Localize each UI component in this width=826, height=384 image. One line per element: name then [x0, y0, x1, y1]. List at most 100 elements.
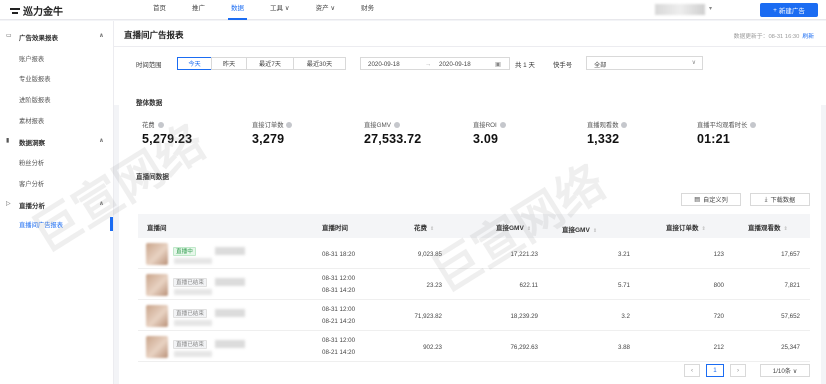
date-range-picker[interactable]: 2020-09-18 → 2020-09-18 ▣	[360, 57, 510, 70]
col-spend[interactable]: 花费 ⇕	[414, 222, 434, 232]
cell-orders: 800	[713, 282, 724, 289]
sidebar-group-label: 直播分析	[19, 203, 45, 210]
range-7days-button[interactable]: 最近7天	[246, 57, 294, 70]
sidebar-item-label: 客户分析	[19, 181, 45, 188]
help-icon[interactable]	[286, 122, 293, 128]
time-range-label: 时间范围	[136, 62, 162, 69]
account-select[interactable]: 全部 ∨	[586, 56, 703, 70]
sidebar-group-data-insight[interactable]: ▮ 数据洞察 ∧	[0, 134, 114, 148]
help-icon[interactable]	[157, 122, 164, 128]
nav-assets[interactable]: 资产 ∨	[303, 0, 349, 20]
metric-value: 01:21	[697, 132, 730, 146]
live-time-end: 08-21 14:20	[322, 318, 356, 325]
sidebar-item-fan-analysis[interactable]: 粉丝分析	[0, 155, 114, 169]
chevron-down-icon[interactable]: ▾	[709, 5, 712, 12]
help-icon[interactable]	[393, 122, 400, 128]
metric-orders: 直接订单数 3,279	[252, 120, 293, 146]
status-badge: 直播已结束	[173, 278, 207, 287]
table-row[interactable]: 直播已结束 08-31 12:00 08-21 14:20 71,923.82 …	[138, 301, 810, 331]
prev-page-button[interactable]: ‹	[684, 364, 700, 377]
sidebar-item-customer-analysis[interactable]: 客户分析	[0, 176, 114, 190]
col-label: 花费	[414, 225, 427, 232]
plus-icon: +	[773, 6, 777, 14]
date-count: 共 1 天	[515, 62, 535, 69]
app-logo[interactable]: 巡力金牛	[10, 3, 63, 18]
live-room-sub-blurred	[174, 320, 212, 326]
cell-views: 25,347	[781, 344, 800, 351]
monitor-icon: ▭	[6, 33, 12, 39]
help-icon[interactable]	[750, 122, 757, 128]
live-time-start: 08-31 12:00	[322, 275, 356, 282]
range-yesterday-button[interactable]: 昨天	[211, 57, 247, 70]
live-room-name-blurred	[215, 340, 245, 348]
sidebar-item-label: 直播间广告报表	[19, 222, 64, 229]
sidebar-item-label: 粉丝分析	[19, 160, 45, 167]
page-1-button[interactable]: 1	[706, 364, 724, 377]
help-icon[interactable]	[621, 122, 628, 128]
col-views[interactable]: 直播观看数 ⇕	[748, 222, 788, 232]
sidebar-item-live-room-report[interactable]: 直播间广告报表	[0, 217, 114, 231]
sidebar-item-account-report[interactable]: 账户报表	[0, 51, 114, 65]
cell-spend: 71,923.82	[414, 313, 442, 320]
live-room-sub-blurred	[174, 258, 212, 264]
columns-icon: ▤	[694, 196, 701, 203]
sidebar-item-label: 账户报表	[19, 56, 45, 63]
metric-value: 3.09	[473, 132, 499, 146]
col-live-time: 直播时间	[322, 225, 348, 232]
live-cover-thumbnail	[146, 274, 168, 296]
sort-icon: ⇕	[430, 226, 435, 232]
live-time-start: 08-31 12:00	[322, 306, 356, 313]
col-live-room: 直播间	[147, 225, 167, 232]
nav-promotion[interactable]: 推广	[179, 0, 218, 20]
cell-gmv: 76,292.63	[510, 344, 538, 351]
sidebar-item-advanced-report[interactable]: 进阶版报表	[0, 92, 114, 106]
sidebar-group-live-analysis[interactable]: ▷ 直播分析 ∧	[0, 197, 114, 211]
page-size-select[interactable]: 1/10条 ∨	[760, 364, 810, 377]
help-icon[interactable]	[499, 122, 506, 128]
metric-value: 27,533.72	[364, 132, 422, 146]
live-room-name-blurred	[215, 278, 245, 286]
table-row[interactable]: 直播中 08-31 18:20 9,023.85 17,221.23 3.21 …	[138, 239, 810, 269]
range-30days-button[interactable]: 最近30天	[293, 57, 346, 70]
metric-label: 直接订单数	[252, 122, 284, 129]
custom-columns-button[interactable]: ▤ 自定义列	[681, 193, 741, 206]
cell-gmv-2: 3.21	[617, 251, 630, 258]
col-orders[interactable]: 直接订单数 ⇕	[666, 222, 706, 232]
cell-gmv-2: 5.71	[617, 282, 630, 289]
status-badge: 直播中	[173, 247, 196, 256]
col-gmv-2[interactable]: 直接GMV ⇕	[562, 224, 597, 234]
top-bar: 巡力金牛 首页 推广 数据 工具 ∨ 资产 ∨ 财务 ▾ + 新建广告	[0, 0, 826, 20]
cell-views: 17,657	[781, 251, 800, 258]
sidebar-item-pro-report[interactable]: 专业版报表	[0, 71, 114, 85]
cell-gmv: 18,239.29	[510, 313, 538, 320]
active-indicator	[110, 217, 113, 231]
metric-label: 直接ROI	[473, 122, 497, 129]
cell-gmv-2: 3.88	[617, 344, 630, 351]
range-today-button[interactable]: 今天	[177, 57, 212, 70]
download-button[interactable]: ⤓ 下载数据	[750, 193, 810, 206]
chevron-up-icon: ∧	[99, 138, 104, 144]
refresh-link[interactable]: 刷新	[802, 34, 814, 40]
sidebar-item-material-report[interactable]: 素材报表	[0, 113, 114, 127]
status-badge: 直播已结束	[173, 309, 207, 318]
table-row[interactable]: 直播已结束 08-31 12:00 08-31 14:20 23.23 622.…	[138, 270, 810, 300]
nav-home[interactable]: 首页	[140, 0, 179, 20]
live-room-sub-blurred	[174, 289, 212, 295]
next-page-button[interactable]: ›	[730, 364, 746, 377]
nav-tools[interactable]: 工具 ∨	[257, 0, 303, 20]
metric-label: 直播观看数	[587, 122, 619, 129]
col-label: 直接订单数	[666, 225, 699, 232]
overview-title: 整体数据	[136, 100, 163, 107]
account-name-blurred[interactable]	[655, 4, 705, 15]
nav-finance[interactable]: 财务	[348, 0, 387, 20]
top-nav: 首页 推广 数据 工具 ∨ 资产 ∨ 财务	[140, 0, 387, 20]
sidebar-group-ad-reports[interactable]: ▭ 广告效果报表 ∧	[0, 29, 114, 43]
status-badge: 直播已结束	[173, 340, 207, 349]
new-ad-button[interactable]: + 新建广告	[760, 3, 818, 17]
sort-icon: ⇕	[783, 226, 788, 232]
logo-text: 巡力金牛	[23, 7, 63, 18]
table-row[interactable]: 直播已结束 08-31 12:00 08-21 14:20 902.23 76,…	[138, 332, 810, 362]
update-time-text: 数据更新于：08-31 16:30	[733, 34, 800, 40]
nav-data[interactable]: 数据	[218, 0, 257, 20]
col-gmv[interactable]: 直接GMV ⇕	[496, 222, 531, 232]
